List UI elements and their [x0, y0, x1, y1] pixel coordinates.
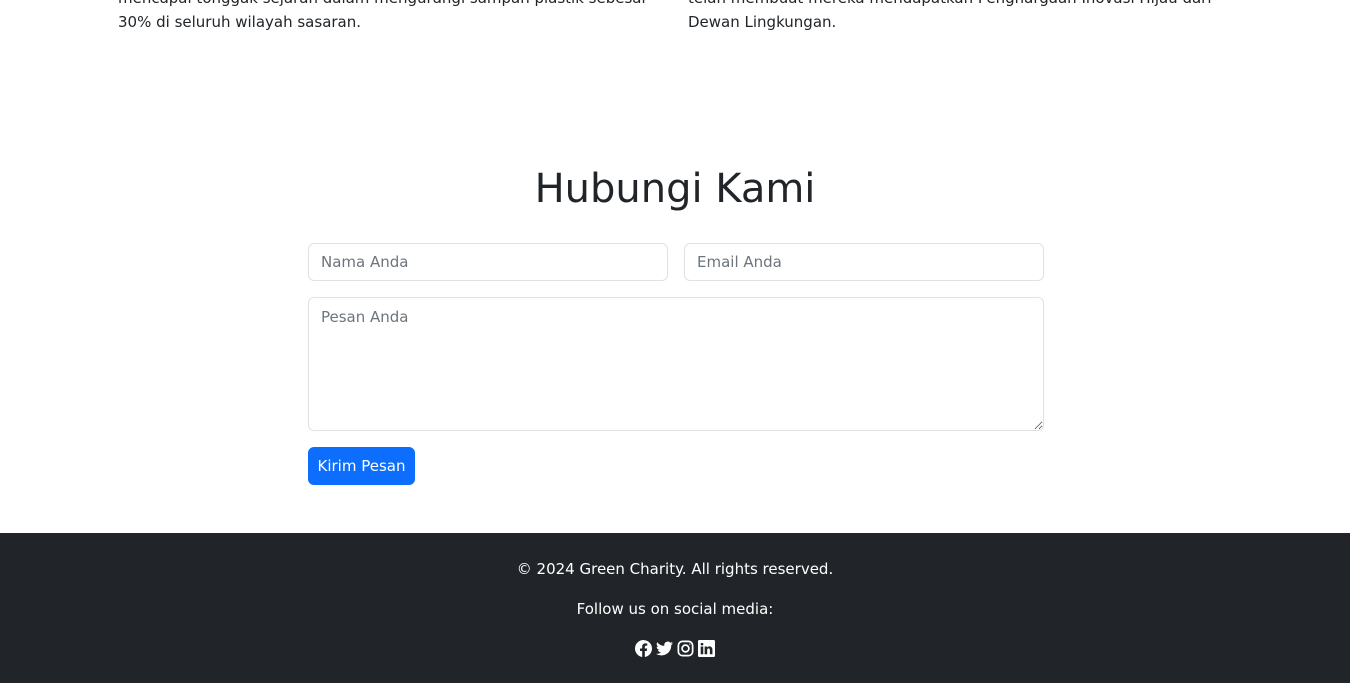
submit-button[interactable]: Kirim Pesan	[308, 447, 415, 485]
linkedin-icon[interactable]	[698, 640, 715, 657]
page: mencapai tonggak sejarah dalam mengurang…	[0, 0, 1350, 683]
achievement-text-left: mencapai tonggak sejarah dalam mengurang…	[118, 0, 648, 31]
message-input[interactable]	[308, 297, 1044, 431]
contact-title: Hubungi Kami	[534, 166, 816, 212]
social-links	[0, 640, 1350, 657]
instagram-icon[interactable]	[677, 640, 694, 657]
follow-text: Follow us on social media:	[576, 600, 774, 618]
name-input[interactable]	[308, 243, 668, 281]
copyright-text: © 2024 Green Charity. All rights reserve…	[516, 560, 834, 578]
facebook-icon[interactable]	[635, 640, 652, 657]
twitter-icon[interactable]	[656, 640, 673, 657]
achievement-text-right: telah membuat mereka mendapatkan Penghar…	[688, 0, 1212, 31]
email-input[interactable]	[684, 243, 1044, 281]
footer: © 2024 Green Charity. All rights reserve…	[0, 533, 1350, 683]
